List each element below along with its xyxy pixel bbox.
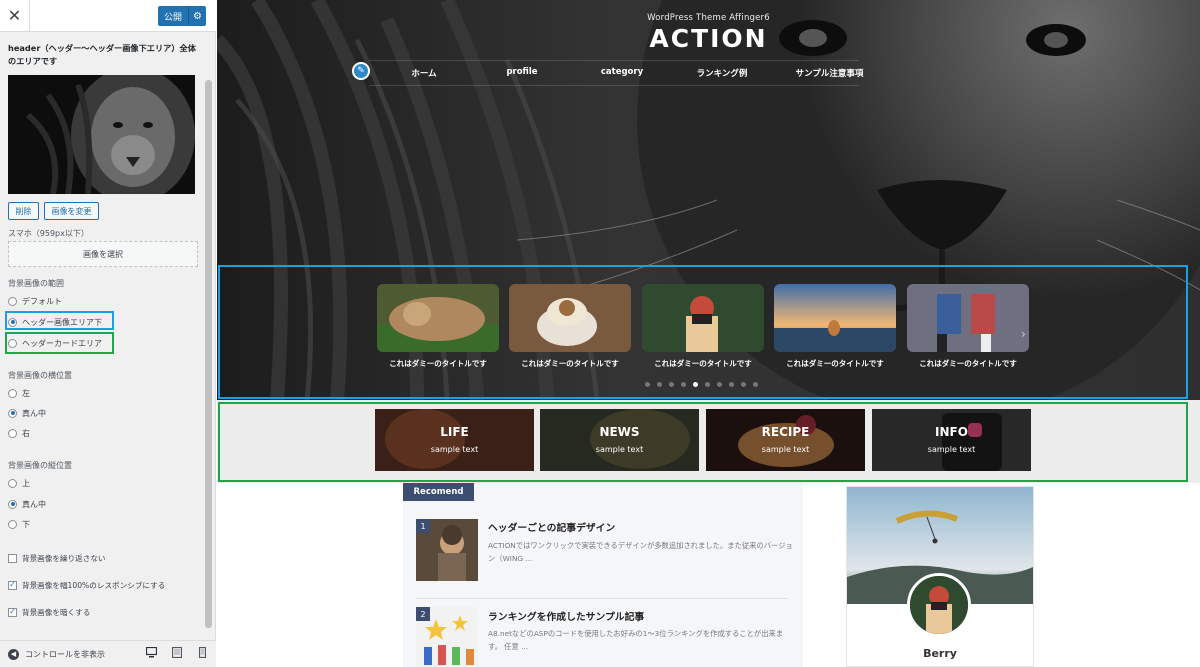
- radio-button-selected[interactable]: [8, 499, 17, 509]
- radio-horizontal-right[interactable]: 右: [8, 426, 30, 440]
- article-divider: [416, 598, 788, 599]
- radio-button[interactable]: [8, 519, 17, 529]
- gear-icon: ⚙: [193, 10, 202, 22]
- hide-controls-label: コントロールを非表示: [25, 649, 105, 659]
- customizer-sidebar: ✕ 公開 ⚙ header（ヘッダー〜ヘッダー画像下エリア）全体のエリアです 削…: [0, 0, 216, 667]
- highlight-box-green: [218, 402, 1188, 482]
- radio-horizontal-center[interactable]: 真ん中: [8, 406, 46, 420]
- radio-label: 下: [22, 519, 30, 529]
- checkbox[interactable]: [8, 553, 17, 563]
- site-preview: WordPress Theme Affinger6 ACTION ✎ ホーム p…: [217, 0, 1200, 667]
- radio-label: 左: [22, 388, 30, 398]
- bg-horizontal-heading: 背景画像の横位置: [8, 371, 72, 380]
- article-rank-badge: 1: [416, 519, 430, 533]
- checkbox-checked[interactable]: ✓: [8, 607, 17, 617]
- checkbox-label: 背景画像を幅100%のレスポンシブにする: [22, 580, 166, 590]
- avatar-image: [910, 576, 968, 634]
- checkbox-responsive-100[interactable]: ✓ 背景画像を幅100%のレスポンシブにする: [8, 578, 165, 592]
- bg-vertical-heading: 背景画像の縦位置: [8, 461, 72, 470]
- nav-bottom-border: [369, 85, 859, 86]
- article-rank-badge: 2: [416, 607, 430, 621]
- article-title[interactable]: ヘッダーごとの記事デザイン: [488, 520, 798, 534]
- select-image-button[interactable]: 画像を選択: [8, 241, 198, 267]
- radio-label: 上: [22, 478, 30, 488]
- tablet-preview-button[interactable]: [170, 645, 184, 659]
- hide-controls-button[interactable]: ◀ コントロールを非表示: [8, 648, 105, 660]
- lion-thumbnail-image: [8, 75, 195, 194]
- section-description: header（ヘッダー〜ヘッダー画像下エリア）全体のエリアです: [8, 43, 196, 66]
- radio-button-selected[interactable]: [8, 408, 17, 418]
- desktop-preview-button[interactable]: [144, 645, 158, 659]
- checkbox-checked[interactable]: ✓: [8, 580, 17, 590]
- tablet-icon: [172, 646, 182, 658]
- radio-label: 右: [22, 428, 30, 438]
- nav-item-ranking[interactable]: ランキング例: [682, 67, 762, 79]
- avatar: [907, 573, 971, 637]
- pencil-icon: ✎: [357, 66, 365, 76]
- site-logo-title[interactable]: ACTION: [217, 24, 1200, 53]
- desktop-icon: [145, 646, 157, 657]
- mobile-preview-button[interactable]: [195, 645, 209, 659]
- checkbox-darken[interactable]: ✓ 背景画像を暗くする: [8, 605, 90, 619]
- nav-top-border: [369, 60, 859, 61]
- profile-name: Berry: [923, 647, 957, 660]
- nav-item-profile[interactable]: profile: [487, 67, 557, 77]
- checkbox-label: 背景画像を繰り返さない: [22, 553, 106, 563]
- nav-item-category[interactable]: category: [587, 67, 657, 77]
- highlight-box-green: [5, 332, 114, 354]
- customizer-header: ✕ 公開 ⚙: [0, 0, 216, 32]
- radio-button[interactable]: [8, 388, 17, 398]
- article-excerpt: A8.netなどのASPのコードを使用したお好みの1〜3位ランキングを作成するこ…: [488, 629, 784, 651]
- radio-button[interactable]: [8, 478, 17, 488]
- checkbox-label: 背景画像を暗くする: [22, 607, 91, 617]
- highlight-box-blue: [218, 265, 1188, 399]
- nav-item-home[interactable]: ホーム: [389, 67, 459, 79]
- radio-label: 真ん中: [22, 408, 46, 418]
- bg-range-heading: 背景画像の範囲: [8, 279, 64, 288]
- article-excerpt: ACTIONではワンクリックで実装できるデザインが多数追加されました。また従来の…: [488, 541, 793, 563]
- radio-vertical-middle[interactable]: 真ん中: [8, 497, 46, 511]
- remove-image-button[interactable]: 削除: [8, 202, 39, 220]
- sidebar-scrollbar[interactable]: [205, 80, 212, 628]
- arrow-left-icon: ◀: [8, 648, 19, 660]
- checkbox-no-repeat[interactable]: 背景画像を繰り返さない: [8, 551, 106, 565]
- header-image-preview: [8, 75, 195, 194]
- radio-horizontal-left[interactable]: 左: [8, 386, 30, 400]
- radio-button[interactable]: [8, 296, 17, 306]
- close-icon: ✕: [7, 6, 22, 25]
- recomend-tab: Recomend: [403, 483, 474, 501]
- radio-label: 真ん中: [22, 499, 46, 509]
- highlight-box-blue: [5, 311, 114, 330]
- change-image-button[interactable]: 画像を変更: [44, 202, 99, 220]
- radio-button[interactable]: [8, 428, 17, 438]
- radio-range-default[interactable]: デフォルト: [8, 294, 62, 308]
- radio-label: デフォルト: [22, 296, 62, 306]
- radio-vertical-top[interactable]: 上: [8, 476, 30, 490]
- radio-vertical-bottom[interactable]: 下: [8, 517, 30, 531]
- site-tagline: WordPress Theme Affinger6: [647, 13, 770, 23]
- edit-shortcut-button[interactable]: ✎: [352, 62, 370, 80]
- smartphone-image-label: スマホ（959px以下）: [8, 229, 89, 238]
- nav-item-notes[interactable]: サンプル注意事項: [777, 67, 882, 79]
- mobile-icon: [198, 646, 206, 658]
- publish-button[interactable]: 公開: [158, 6, 188, 26]
- close-customizer-button[interactable]: ✕: [0, 0, 30, 31]
- publish-settings-button[interactable]: ⚙: [188, 6, 206, 26]
- article-title[interactable]: ランキングを作成したサンプル記事: [488, 609, 798, 623]
